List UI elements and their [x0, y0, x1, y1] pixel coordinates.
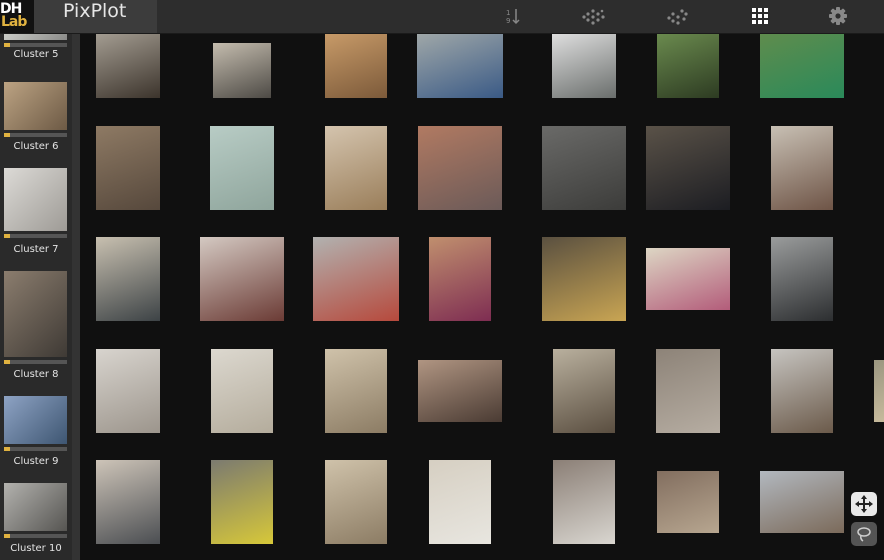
cluster-progress-bar: [4, 447, 67, 451]
cluster-sidebar[interactable]: Cluster 5 Cluster 6 Cluster 7 Cluster 8 …: [0, 34, 80, 560]
top-toolbar: DH Lab PixPlot 1 9: [0, 0, 884, 34]
building-entrance-photo[interactable]: [213, 43, 271, 98]
cluster-label: Cluster 7: [13, 244, 59, 255]
dh-lab-logo[interactable]: DH Lab: [0, 0, 34, 33]
umap-scatter-layout-icon[interactable]: [580, 4, 608, 28]
svg-text:9: 9: [506, 17, 510, 25]
dark-glass-door-photo[interactable]: [96, 237, 160, 321]
slatted-door-photo[interactable]: [325, 349, 387, 433]
white-door-dark-windows-photo[interactable]: [96, 349, 160, 433]
white-gate-photo[interactable]: [552, 34, 616, 98]
dark-corridor-photo[interactable]: [646, 126, 730, 210]
cluster-label: Cluster 8: [13, 369, 59, 380]
grey-double-door-photo[interactable]: [96, 460, 160, 544]
poster-wall-photo[interactable]: [646, 248, 730, 310]
app-title: PixPlot: [63, 0, 127, 22]
cluster-layout-icon[interactable]: [664, 4, 692, 28]
cluster-progress-bar: [4, 234, 67, 238]
dark-doorway-photo[interactable]: [96, 34, 160, 98]
svg-text:1: 1: [506, 9, 510, 17]
pillar-poster-photo[interactable]: [771, 126, 833, 210]
sidebar-scrollbar[interactable]: [72, 34, 80, 560]
lasso-select-icon: [857, 527, 871, 542]
cluster-thumbnail[interactable]: [4, 82, 67, 130]
cluster-thumbnail[interactable]: [4, 483, 67, 531]
stacked-debris-photo[interactable]: [657, 471, 719, 533]
riveted-white-door-photo[interactable]: [210, 126, 274, 210]
pan-mode-button[interactable]: [851, 492, 877, 516]
pan-move-icon: [855, 495, 873, 513]
cluster-label: Cluster 10: [10, 543, 62, 554]
construction-site-photo[interactable]: [760, 471, 844, 533]
grey-sign-wall-photo[interactable]: [542, 126, 626, 210]
app-title-tab[interactable]: PixPlot: [34, 0, 157, 33]
image-grid[interactable]: [80, 34, 884, 560]
green-sign-post-photo[interactable]: [760, 34, 844, 98]
settings-gear-icon[interactable]: [827, 4, 849, 28]
brick-wall-door-photo[interactable]: [418, 360, 502, 422]
cluster-thumbnail[interactable]: [4, 271, 67, 357]
selfie-person-photo[interactable]: [429, 237, 491, 321]
partial-edge-photo[interactable]: [874, 360, 884, 422]
stone-wall-panel-photo[interactable]: [656, 349, 720, 433]
scaffold-blue-tarp-photo[interactable]: [417, 34, 503, 98]
slatted-door-2-photo[interactable]: [325, 460, 387, 544]
brick-building-photo[interactable]: [418, 126, 502, 210]
wooden-door-pillar-photo[interactable]: [325, 126, 387, 210]
logo-bottom-text: Lab: [1, 14, 27, 30]
cluster-thumbnail[interactable]: [4, 396, 67, 444]
rusty-plate-wall-photo[interactable]: [200, 237, 284, 321]
lasso-mode-button[interactable]: [851, 522, 877, 546]
cluster-progress-bar: [4, 43, 67, 47]
white-door-photo[interactable]: [211, 349, 273, 433]
cluster-progress-bar: [4, 360, 67, 364]
tree-facade-photo[interactable]: [771, 349, 833, 433]
cluster-thumbnail[interactable]: [4, 168, 67, 231]
cluster-label: Cluster 5: [13, 49, 59, 60]
yellow-railing-photo[interactable]: [542, 237, 626, 321]
cluster-progress-bar: [4, 534, 67, 538]
stone-wall-white-panel-photo[interactable]: [553, 460, 615, 544]
cluster-label: Cluster 9: [13, 456, 59, 467]
cluster-thumbnail[interactable]: [4, 34, 67, 40]
yellow-gate-photo[interactable]: [211, 460, 273, 544]
brown-metal-door-photo[interactable]: [96, 126, 160, 210]
sort-layout-icon[interactable]: 1 9: [504, 4, 524, 28]
white-door-2-photo[interactable]: [429, 460, 491, 544]
wooden-panel-door-photo[interactable]: [325, 34, 387, 98]
cluster-label: Cluster 6: [13, 141, 59, 152]
dark-kiosk-photo[interactable]: [771, 237, 833, 321]
grid-layout-icon[interactable]: [749, 4, 771, 28]
red-valve-pipes-photo[interactable]: [313, 237, 399, 321]
arched-facade-photo[interactable]: [553, 349, 615, 433]
green-vines-fence-photo[interactable]: [657, 34, 719, 98]
cluster-progress-bar: [4, 133, 67, 137]
